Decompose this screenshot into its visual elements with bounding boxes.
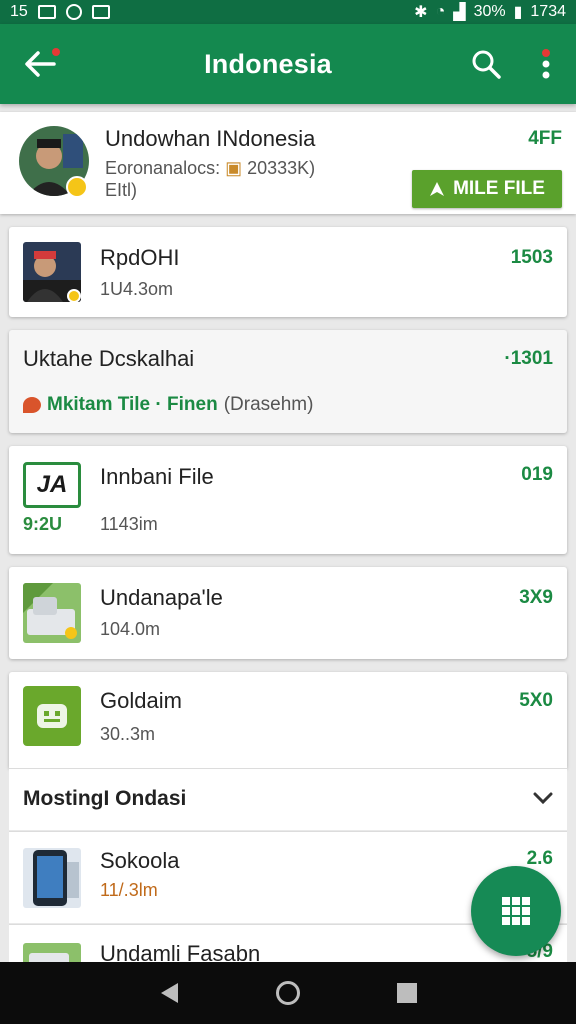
more-vertical-icon xyxy=(542,49,550,79)
leaf-icon xyxy=(23,397,41,413)
item-title: Undamli Fasabn xyxy=(100,941,261,964)
chevron-down-icon[interactable] xyxy=(533,791,553,805)
item-thumbnail xyxy=(23,686,81,746)
recents-square-icon[interactable] xyxy=(396,982,418,1004)
list-item[interactable]: Uktahe Dcskalhai ·1301 Mkitam Tile · Fin… xyxy=(9,330,567,433)
profile-meta-line2: EItl) xyxy=(105,180,138,200)
app-icon xyxy=(37,704,67,728)
item-subtitle: 11/.3lm xyxy=(100,880,158,900)
mile-file-label: MILE FILE xyxy=(453,178,545,199)
item-link-note: (Drasehm) xyxy=(223,394,314,415)
item-subtitle: 30..3m xyxy=(100,724,156,744)
grid-fab-button[interactable] xyxy=(471,866,561,956)
item-subtitle: 104.0m xyxy=(100,619,161,639)
more-options-button[interactable] xyxy=(516,24,576,104)
chart-notification-icon xyxy=(91,5,110,19)
wifi-icon: ◔ xyxy=(435,3,446,20)
thumb-caption: 9:2U xyxy=(23,514,63,534)
item-link[interactable]: Mkitam Tile · Finen xyxy=(47,394,218,416)
item-count: 019 xyxy=(521,464,553,485)
thumb-label: JA xyxy=(36,471,68,498)
profile-name: Undowhan INdonesia xyxy=(105,126,316,151)
battery-level: 30% xyxy=(473,3,506,20)
profile-count: 4FF xyxy=(528,128,562,149)
item-subtitle: 1U4.3om xyxy=(100,279,174,299)
search-icon xyxy=(472,50,501,79)
upload-icon xyxy=(430,182,445,196)
search-button[interactable] xyxy=(456,24,516,104)
item-thumbnail xyxy=(23,583,81,643)
back-triangle-icon[interactable] xyxy=(158,981,180,1005)
profile-meta-value: 20333K) xyxy=(247,158,316,178)
item-thumbnail xyxy=(23,943,81,964)
list-item[interactable]: RpdOHI 1U4.3om 1503 xyxy=(9,227,567,317)
app-bar: Indonesia xyxy=(0,24,576,104)
item-link-row[interactable]: Mkitam Tile · Finen (Drasehm) xyxy=(23,394,313,416)
image-notification-icon xyxy=(37,5,56,19)
list-item[interactable]: JA 9:2U Innbani File 1143im 019 xyxy=(9,446,567,554)
item-title: Uktahe Dcskalhai xyxy=(23,346,195,371)
profile-card[interactable]: Undowhan INdonesia Eoronanalocs: ▣ 20333… xyxy=(0,112,576,214)
profile-meta-label: Eoronanalocs: xyxy=(105,158,221,178)
system-nav-bar xyxy=(0,962,576,1024)
profile-meta: Eoronanalocs: ▣ 20333K) xyxy=(105,158,315,179)
battery-icon: ▮ xyxy=(513,4,523,21)
item-thumbnail: JA xyxy=(23,462,81,508)
badge-icon xyxy=(67,289,81,303)
bluetooth-icon: ✱ xyxy=(414,4,428,21)
item-count: ·1301 xyxy=(504,348,553,369)
status-bar: 15 ✱ ◔ ▟ 30% ▮ 1734 xyxy=(0,0,576,24)
item-title: Innbani File xyxy=(100,464,214,489)
mile-file-button[interactable]: MILE FILE xyxy=(412,170,562,208)
list-item[interactable]: Goldaim 30..3m 5X0 xyxy=(9,672,567,768)
item-title: Goldaim xyxy=(100,688,182,713)
home-circle-icon[interactable] xyxy=(275,980,301,1006)
status-time-right: 1734 xyxy=(530,3,566,20)
item-title: RpdOHI xyxy=(100,245,180,270)
item-count: 5X0 xyxy=(519,690,553,711)
back-button[interactable] xyxy=(0,24,80,104)
page-title: Indonesia xyxy=(204,48,332,79)
item-count: 1503 xyxy=(510,247,553,268)
list-item[interactable]: Undanapa'le 104.0m 3X9 xyxy=(9,567,567,659)
section-header[interactable]: MostingI Ondasi xyxy=(9,768,567,830)
item-title: Sokoola xyxy=(100,848,180,873)
item-subtitle: 1143im xyxy=(100,514,158,534)
item-count: 2.6 xyxy=(526,848,553,869)
status-time-left: 15 xyxy=(10,3,28,20)
person-icon: ▣ xyxy=(225,158,248,178)
item-thumbnail xyxy=(23,848,81,908)
item-count: 3X9 xyxy=(519,587,553,608)
section-title: MostingI Ondasi xyxy=(23,787,187,810)
app-notification-icon xyxy=(65,4,82,20)
grid-icon xyxy=(502,897,530,925)
notification-dot xyxy=(52,48,60,56)
signal-icon: ▟ xyxy=(453,4,466,21)
item-title: Undanapa'le xyxy=(100,585,223,610)
verified-badge-icon xyxy=(66,176,88,198)
